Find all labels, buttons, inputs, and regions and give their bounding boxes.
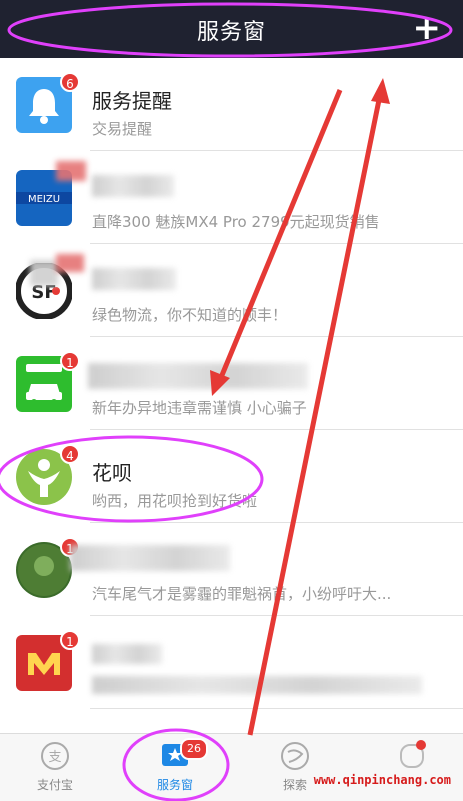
redacted-badge (56, 254, 84, 272)
watermark: www.qinpinchang.com (313, 773, 451, 787)
item-title: 服务提醒 (92, 89, 172, 113)
tab-alipay[interactable]: 支 支付宝 (10, 740, 100, 793)
top-bar: 服务窗 + (0, 0, 463, 58)
redacted-avatar-overlay (30, 260, 58, 286)
item-subtitle: 直降300 魅族MX4 Pro 2799元起现货销售 (92, 213, 380, 231)
notification-dot (416, 740, 426, 750)
svg-text:MEIZU: MEIZU (28, 194, 60, 205)
redacted-title (70, 545, 230, 571)
tab-service-window[interactable]: 26 服务窗 (130, 738, 220, 793)
item-subtitle: 哟西，用花呗抢到好货啦 (92, 492, 258, 510)
item-subtitle: 汽车尾气才是雾霾的罪魁祸首，小纷呼吁大... (92, 585, 392, 603)
list-item[interactable]: 1 (0, 616, 463, 709)
tab-label: 服务窗 (156, 778, 193, 792)
redacted-title (88, 363, 308, 389)
list-item[interactable]: 4 花呗 哟西，用花呗抢到好货啦 (0, 430, 463, 523)
list-item[interactable]: 1 新年办异地违章需谨慎 小心骗子 (0, 337, 463, 430)
list-item[interactable]: SF 绿色物流，你不知道的顺丰！ (0, 244, 463, 337)
page-title: 服务窗 (196, 20, 266, 45)
bottom-tab-bar: 支 支付宝 26 服务窗 探索 www.qinpinchang.com (0, 733, 463, 801)
plus-icon[interactable]: + (413, 8, 442, 48)
item-subtitle: 新年办异地违章需谨慎 小心骗子 (92, 399, 307, 417)
list-item[interactable]: MEIZU 直降300 魅族MX4 Pro 2799元起现货销售 (0, 151, 463, 244)
redacted-title (92, 175, 174, 197)
alipay-icon: 支 (41, 742, 69, 770)
unread-badge: 6 (60, 72, 80, 92)
unread-badge: 1 (60, 630, 80, 650)
list-item[interactable]: 6 服务提醒 交易提醒 (0, 58, 463, 151)
svg-text:支: 支 (48, 750, 61, 765)
item-title: 花呗 (92, 461, 132, 485)
explore-icon (281, 742, 309, 770)
redacted-title (92, 268, 176, 290)
unread-badge: 1 (60, 351, 80, 371)
redacted-subtitle (92, 676, 422, 694)
item-subtitle: 绿色物流，你不知道的顺丰！ (92, 306, 288, 324)
redacted-badge (56, 161, 86, 181)
list-item[interactable]: 1 汽车尾气才是雾霾的罪魁祸首，小纷呼吁大... (0, 523, 463, 616)
profile-icon[interactable] (400, 740, 426, 768)
item-subtitle: 交易提醒 (92, 120, 153, 138)
unread-badge: 26 (180, 738, 208, 760)
redacted-title (92, 644, 162, 664)
tab-label: 支付宝 (36, 778, 73, 792)
unread-badge: 4 (60, 444, 80, 464)
divider (90, 708, 463, 709)
